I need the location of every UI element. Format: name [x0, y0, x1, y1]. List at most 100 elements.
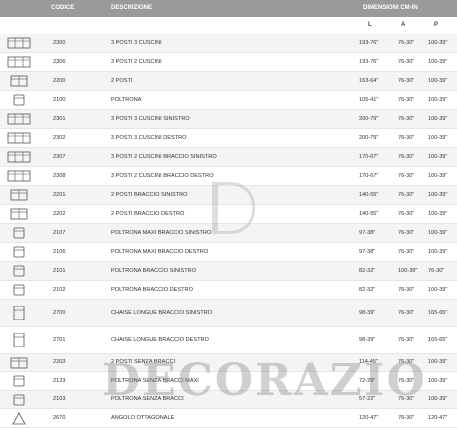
cell-a: 76-30"	[398, 58, 415, 65]
cell-code: 2200	[53, 77, 66, 84]
table-row: 2701 CHAISE LONGUE BRACCIO DESTRO 98-39" 76…	[0, 327, 457, 354]
cell-code: 2101	[53, 267, 66, 274]
cell-l: 140-55"	[359, 191, 379, 198]
cell-l: 114-45"	[359, 359, 378, 365]
cell-p: 76-30"	[428, 267, 445, 274]
cell-p: 100-39"	[428, 229, 448, 236]
table-row: 2200 2 POSTI 163-64" 76-30" 100-39"	[0, 72, 457, 91]
label-p: P	[434, 22, 439, 28]
cell-code: 2203	[53, 359, 66, 365]
cell-code: 2123	[53, 377, 66, 384]
sofa-3-right-icon	[7, 131, 31, 145]
cell-description: POLTRONA BRACCIO SINISTRO	[111, 267, 197, 274]
cell-p: 100-39"	[428, 39, 448, 46]
cell-code: 2308	[53, 172, 66, 179]
cell-p: 100-39"	[428, 172, 448, 179]
cell-description: CHAISE LONGUE BRACCIO DESTRO	[111, 336, 209, 343]
table-row: 2700 CHAISE LONGUE BRACCIO SINISTRO 98-39"…	[0, 300, 457, 327]
cell-code: 2300	[53, 39, 66, 46]
cell-a: 76-30"	[398, 39, 415, 46]
cell-l: 72-28"	[359, 377, 376, 384]
sofa-3-icon	[7, 55, 31, 69]
table-row: 2670 ANGOLO OTTAGONALE 120-47" 76-30" 120-47…	[0, 409, 457, 428]
cell-p: 100-39"	[428, 286, 448, 293]
table-row: 2302 3 POSTI 3 CUSCINI DESTRO 200-79" 76-30…	[0, 129, 457, 148]
cell-code: 2106	[53, 248, 66, 255]
chaise-left-icon	[7, 306, 31, 320]
cell-code: 2102	[53, 286, 66, 293]
header-dimensioni: DIMENSIONI CM-IN	[363, 5, 418, 11]
armchair-left-icon	[7, 226, 31, 240]
cell-code: 2301	[53, 115, 66, 122]
cell-p: 165-65"	[428, 336, 448, 343]
label-l: L	[368, 22, 372, 28]
cell-a: 76-30"	[398, 248, 415, 255]
cell-description: 2 POSTI	[111, 77, 133, 84]
cell-code: 2302	[53, 134, 66, 141]
cell-l: 82-32"	[359, 267, 376, 274]
cell-a: 76-30"	[398, 336, 415, 343]
cell-code: 2103	[53, 396, 66, 402]
cell-p: 100-39"	[428, 248, 448, 255]
cell-l: 57-22"	[359, 396, 376, 402]
cell-description: 3 POSTI 2 CUSCINI BRACCIO SINISTRO	[111, 153, 217, 160]
cell-a: 76-30"	[398, 134, 415, 141]
table-row: 2101 POLTRONA BRACCIO SINISTRO 82-32" 100-3…	[0, 262, 457, 281]
cell-description: CHAISE LONGUE BRACCIO SINISTRO	[111, 309, 213, 316]
cell-a: 76-30"	[398, 377, 415, 384]
cell-description: 3 POSTI 3 CUSCINI DESTRO	[111, 134, 187, 141]
dimension-labels: L A P	[0, 17, 457, 34]
table-row: 2201 2 POSTI BRACCIO SINISTRO 140-55" 76-30…	[0, 186, 457, 205]
cell-description: POLTRONA	[111, 96, 142, 103]
table-row: 2203 2 POSTI SENZA BRACCI 114-45" 76-30" 100…	[0, 354, 457, 372]
cell-a: 76-30"	[398, 210, 415, 217]
cell-code: 2701	[53, 336, 66, 343]
cell-description: POLTRONA SENZA BRACCI MAXI	[111, 377, 199, 384]
armless-chair-icon	[7, 393, 31, 407]
cell-p: 165-65"	[428, 309, 448, 316]
sofa-3-left-icon	[7, 150, 31, 164]
cell-code: 2306	[53, 58, 66, 65]
sofa-2-left-icon	[7, 188, 31, 202]
cell-l: 170-67"	[359, 172, 379, 179]
cell-a: 76-30"	[398, 229, 415, 236]
cell-p: 100-39"	[428, 96, 448, 103]
cell-description: POLTRONA MAXI BRACCIO SINISTRO	[111, 229, 212, 236]
cell-a: 76-30"	[398, 153, 415, 160]
cell-p: 100-39"	[428, 77, 448, 84]
cell-l: 98-39"	[359, 309, 376, 316]
cell-description: 3 POSTI 3 CUSCINI	[111, 39, 162, 46]
cell-a: 100-39"	[398, 267, 418, 274]
cell-code: 2700	[53, 309, 66, 316]
cell-l: 200-79"	[359, 115, 379, 122]
cell-p: 100-39"	[428, 377, 448, 384]
table-row: 2102 POLTRONA BRACCIO DESTRO 82-32" 76-30" 1…	[0, 281, 457, 300]
cell-code: 2670	[53, 414, 66, 421]
cell-code: 2307	[53, 153, 66, 160]
armchair-right-icon	[7, 245, 31, 259]
cell-description: POLTRONA SENZA BRACCI	[111, 396, 184, 402]
table-row: 2123 POLTRONA SENZA BRACCI MAXI 72-28" 76-3…	[0, 372, 457, 391]
cell-l: 163-64"	[359, 77, 379, 84]
armchair-icon	[7, 93, 31, 107]
cell-l: 105-41"	[359, 96, 379, 103]
cell-a: 76-30"	[398, 359, 415, 365]
cell-p: 100-39"	[428, 359, 448, 365]
table-row: 2106 POLTRONA MAXI BRACCIO DESTRO 97-38" 76…	[0, 243, 457, 262]
table-row: 2202 2 POSTI BRACCIO DESTRO 140-55" 76-30" 1…	[0, 205, 457, 224]
cell-a: 76-30"	[398, 77, 415, 84]
product-table: 2300 3 POSTI 3 CUSCINI 193-76" 76-30" 100-39…	[0, 34, 457, 428]
cell-description: POLTRONA BRACCIO DESTRO	[111, 286, 193, 293]
cell-code: 2107	[53, 229, 66, 236]
cell-l: 193-76"	[359, 58, 379, 65]
cell-a: 76-30"	[398, 172, 415, 179]
cell-description: 2 POSTI BRACCIO DESTRO	[111, 210, 185, 217]
sofa-3-right-icon	[7, 169, 31, 183]
cell-description: 3 POSTI 2 CUSCINI	[111, 58, 162, 65]
table-header: CODICE DESCRIZIONE DIMENSIONI CM-IN	[0, 0, 457, 17]
cell-a: 76-30"	[398, 96, 415, 103]
table-row: 2307 3 POSTI 2 CUSCINI BRACCIO SINISTRO 17…	[0, 148, 457, 167]
armless-chair-maxi-icon	[7, 374, 31, 388]
corner-icon	[7, 411, 31, 425]
cell-l: 140-55"	[359, 210, 379, 217]
